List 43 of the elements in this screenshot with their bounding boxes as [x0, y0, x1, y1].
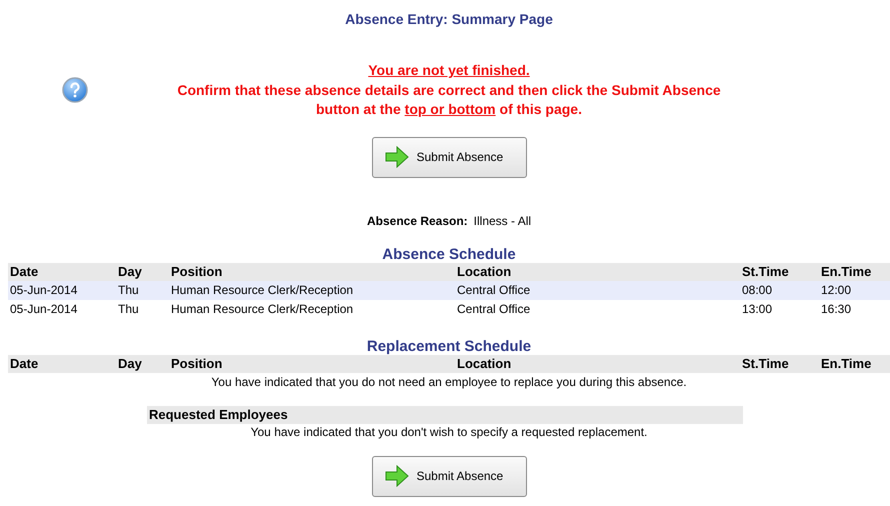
table-cell-text: Human Resource Clerk/Reception	[171, 283, 354, 297]
table-cell-text: 05-Jun-2014	[10, 283, 78, 297]
no-replacement-message: You have indicated that you do not need an employee to replace you during this absence.	[211, 374, 687, 388]
section-title: Replacement Schedule	[366, 338, 532, 354]
top-or-bottom-link[interactable]: top or bottom	[404, 101, 496, 117]
submit-absence-button[interactable]: Submit Absence	[372, 136, 526, 178]
requested-employees-header: Requested Employees	[147, 406, 743, 424]
column-header: En.Time	[821, 264, 872, 279]
column-header: St.Time	[742, 356, 790, 371]
column-header: Day	[118, 264, 143, 279]
table-cell-text: Thu	[118, 283, 140, 297]
table-cell-text: 16:30	[821, 302, 852, 316]
column-header: St.Time	[742, 264, 790, 279]
table-row[interactable]: 05-Jun-2014 Thu Human Resource Clerk/Reception Central Office 08:00 12:00	[8, 280, 890, 300]
table-cell-text: Central Office	[457, 302, 532, 316]
table-cell-text: 08:00	[742, 283, 774, 297]
column-header: Position	[171, 356, 224, 371]
column-header: Location	[457, 356, 512, 371]
column-header: Position	[171, 264, 224, 279]
table-cell-text: 12:00	[821, 283, 852, 297]
submit-absence-button[interactable]: Submit Absence	[372, 456, 526, 496]
reason-value: Illness - All	[474, 214, 532, 228]
section-title: Absence Schedule	[382, 246, 516, 262]
table-cell-text: 13:00	[742, 302, 774, 316]
table-row[interactable]: 05-Jun-2014 Thu Human Resource Clerk/Reception Central Office 13:00 16:30	[8, 300, 890, 318]
warning-heading: You are not yet finished.	[368, 61, 530, 80]
column-header: Date	[10, 356, 40, 371]
page-title: Absence Entry: Summary Page	[345, 11, 553, 27]
column-header: Location	[457, 264, 512, 279]
table-cell-text: Thu	[118, 302, 140, 316]
arrow-icon	[384, 146, 408, 168]
help-icon	[62, 77, 88, 103]
reason-label: Absence Reason:	[366, 214, 468, 228]
warning-message: Confirm that these absence details are correct and then click the Submit Absence	[177, 80, 721, 100]
column-header: En.Time	[821, 356, 872, 371]
no-request-message: You have indicated that you don't wish to specify a requested replacement.	[250, 424, 648, 438]
table-cell-text: Human Resource Clerk/Reception	[171, 302, 354, 316]
table-cell-text: 05-Jun-2014	[10, 302, 78, 316]
column-header: Day	[118, 356, 143, 371]
table-cell-text: Central Office	[457, 283, 532, 297]
warning-message: button at the top or bottom of this page.	[316, 100, 582, 119]
arrow-icon	[384, 465, 408, 487]
column-header: Date	[10, 264, 40, 279]
